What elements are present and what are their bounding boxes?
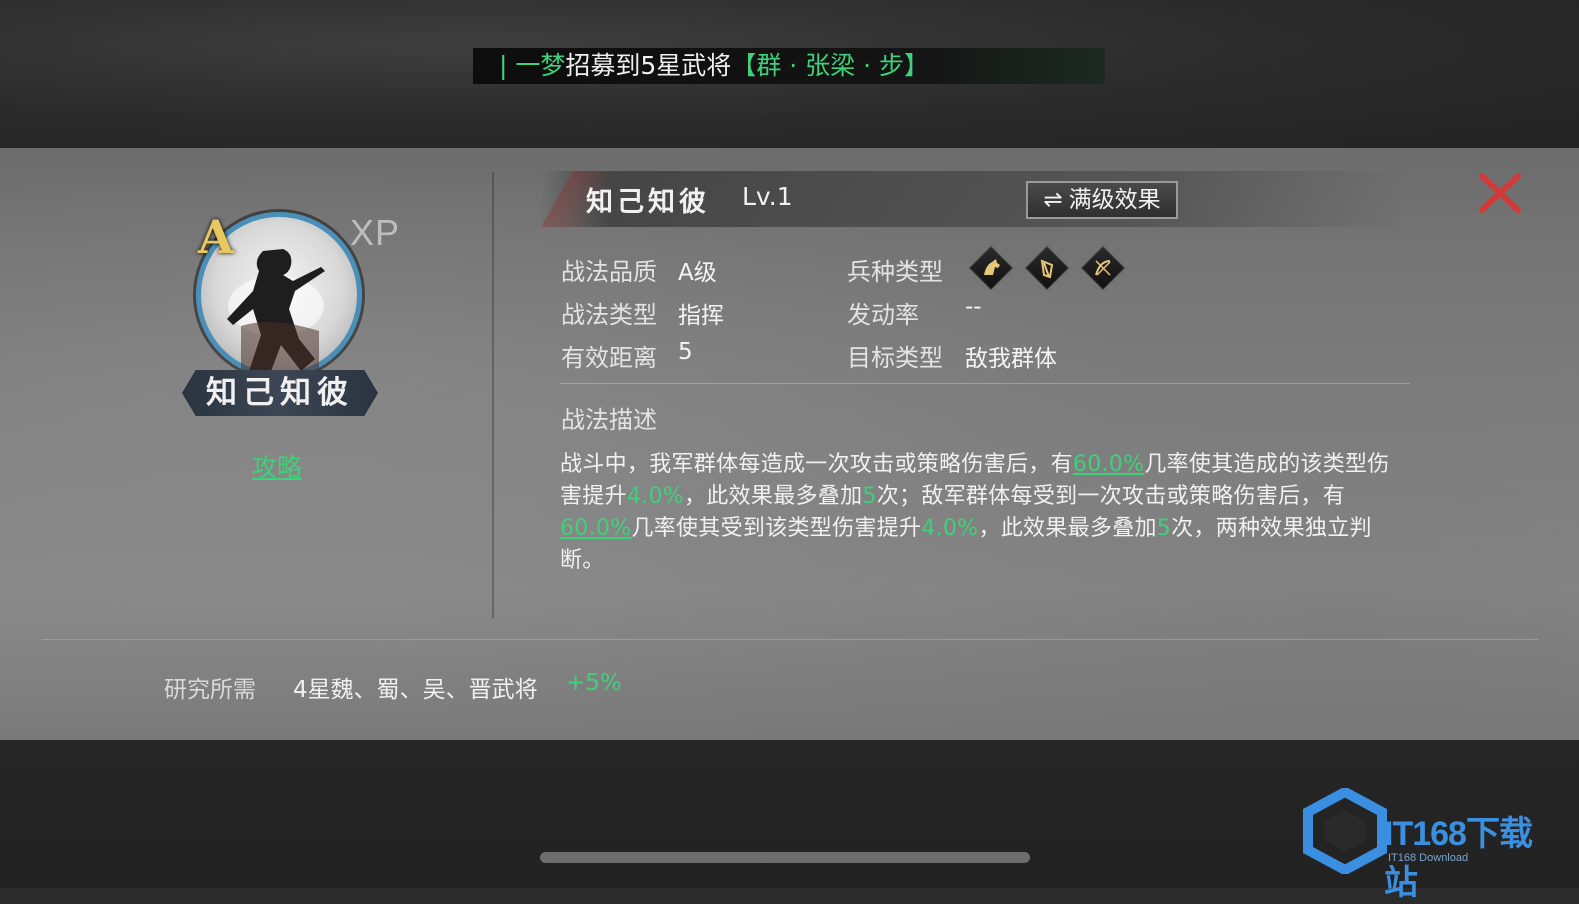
desc-stack-2: 5 (1156, 516, 1172, 541)
trigger-rate-label: 发动率 (847, 301, 919, 329)
max-level-effect-button[interactable]: ⇌ 满级效果 (1026, 181, 1178, 219)
range-label: 有效距离 (561, 344, 657, 372)
desc-boost-1: 4.0% (626, 484, 684, 509)
research-label: 研究所需 (164, 677, 256, 703)
target-type-label: 目标类型 (847, 344, 943, 372)
watermark: IT168下载站 IT168 Download (1300, 788, 1560, 902)
target-type-value: 敌我群体 (965, 346, 1057, 372)
desc-text-1: 战斗中，我军群体每造成一次攻击或策略伤害后，有 (560, 452, 1073, 477)
research-requirement: 4星魏、蜀、吴、晋武将 (293, 677, 538, 703)
warrior-figure-icon (227, 249, 325, 371)
broadcast-bar: | (499, 51, 508, 80)
watermark-sub: IT168 Download (1388, 852, 1469, 864)
broadcast-text: 招募到5星武将 (565, 51, 732, 80)
horizontal-divider (42, 639, 1538, 640)
swap-icon: ⇌ (1043, 187, 1063, 213)
desc-chance-2: 60.0% (560, 516, 632, 541)
close-icon[interactable] (1478, 172, 1522, 214)
troop-type-label: 兵种类型 (847, 258, 943, 286)
watermark-logo-icon (1303, 788, 1387, 874)
home-indicator[interactable] (540, 852, 1030, 863)
guide-link[interactable]: 攻略 (252, 448, 302, 484)
max-level-effect-label: 满级效果 (1068, 187, 1161, 213)
desc-text-3: ，此效果最多叠加 (684, 484, 863, 509)
desc-text-4: 次；敌军群体每受到一次攻击或策略伤害后，有 (876, 484, 1346, 509)
skill-description: 战斗中，我军群体每造成一次攻击或策略伤害后，有60.0%几率使其造成的该类型伤害… (560, 449, 1400, 577)
broadcast-user: 一梦 (515, 51, 566, 80)
type-value: 指挥 (678, 303, 724, 329)
research-bonus: +5% (566, 670, 622, 696)
range-value: 5 (678, 339, 693, 365)
desc-boost-2: 4.0% (921, 516, 979, 541)
xp-tag: XP (350, 212, 401, 253)
desc-text-5: 几率使其受到该类型伤害提升 (631, 516, 922, 541)
attribute-divider (560, 383, 1410, 384)
quality-value: A级 (678, 260, 717, 286)
vertical-divider (492, 172, 494, 618)
desc-text-6: ，此效果最多叠加 (978, 516, 1157, 541)
broadcast-bracket-open: 【 (731, 51, 757, 80)
desc-chance-1: 60.0% (1072, 452, 1145, 477)
trigger-rate-value: -- (965, 294, 982, 320)
desc-stack-1: 5 (862, 484, 877, 509)
skill-level: Lv.1 (742, 182, 793, 211)
description-heading: 战法描述 (561, 406, 657, 434)
type-label: 战法类型 (561, 301, 657, 329)
quality-label: 战法品质 (561, 258, 657, 286)
recruit-broadcast-banner: | 一梦招募到5星武将【群 · 张梁 · 步】 (473, 48, 1105, 84)
skill-title: 知己知彼 (586, 187, 710, 218)
broadcast-bracket-close: 】 (904, 51, 930, 80)
broadcast-hero: 群 · 张梁 · 步 (756, 51, 905, 80)
skill-grade-badge: A (198, 210, 234, 264)
skill-name-plate: 知己知彼 (182, 370, 378, 416)
